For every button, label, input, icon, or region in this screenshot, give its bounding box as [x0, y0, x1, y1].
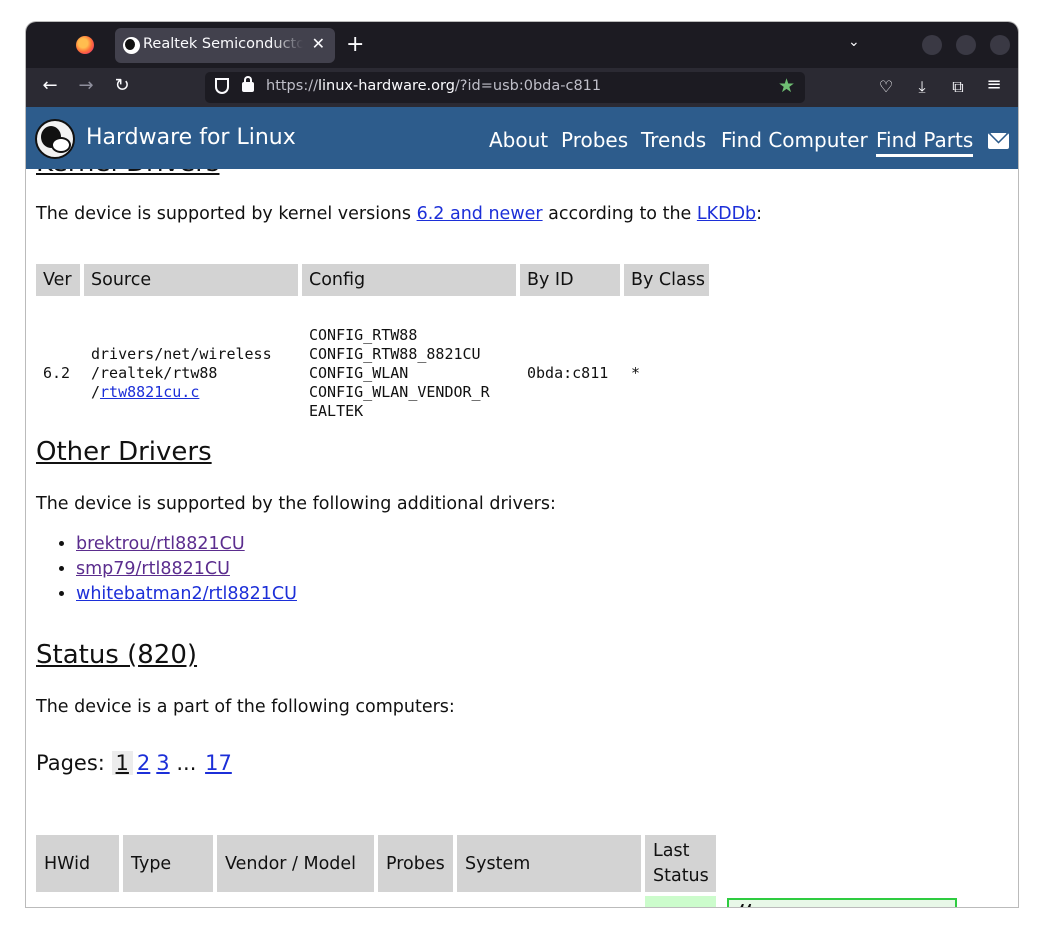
tab-active[interactable]: Realtek Semiconductor 8821CU ✕	[115, 28, 335, 63]
cell-ver: 6.2	[43, 364, 71, 382]
maximize-button[interactable]	[956, 35, 976, 55]
shield-icon[interactable]	[215, 78, 229, 94]
nav-find-parts[interactable]: Find Parts	[876, 128, 974, 157]
mail-icon[interactable]	[988, 133, 1009, 149]
col-type: Type	[123, 835, 213, 892]
site-title[interactable]: Hardware for Linux	[86, 125, 296, 150]
col-hwid: HWid	[36, 835, 119, 892]
nav-trends[interactable]: Trends	[641, 128, 706, 152]
col-config: Config	[302, 264, 516, 296]
menu-icon[interactable]: ≡	[982, 74, 1006, 95]
nav-about[interactable]: About	[489, 128, 548, 152]
url-text[interactable]: https://linux-hardware.org/?id=usb:0bda-…	[266, 78, 601, 94]
col-probes: Probes	[378, 835, 453, 892]
col-by-id: By ID	[520, 264, 620, 296]
page-current[interactable]: 1	[111, 751, 133, 775]
site-favicon-icon	[123, 37, 140, 54]
version-link[interactable]: 6.2 and newer	[417, 204, 543, 224]
minimize-button[interactable]	[922, 35, 942, 55]
col-system: System	[457, 835, 641, 892]
list-item: smp79/rtl8821CU	[76, 557, 297, 582]
cell-by-id: 0bda:c811	[527, 364, 609, 382]
nav-bar: ← → ↻ https://linux-hardware.org/?id=usb…	[26, 68, 1018, 107]
driver-link[interactable]: smp79/rtl8821CU	[76, 559, 230, 579]
lock-icon[interactable]	[242, 76, 254, 92]
site-header: Hardware for Linux About Probes Trends F…	[26, 107, 1018, 169]
page-link[interactable]: 3	[156, 751, 169, 775]
cell-config: CONFIG_RTW88 CONFIG_RTW88_8821CU CONFIG_…	[309, 326, 490, 420]
list-item: brektrou/rtl8821CU	[76, 532, 297, 557]
tab-bar: Realtek Semiconductor 8821CU ✕ + ⌄	[26, 22, 1018, 68]
nav-probes[interactable]: Probes	[561, 128, 628, 152]
driver-link[interactable]: whitebatman2/rtl8821CU	[76, 584, 297, 604]
chevron-down-icon[interactable]: ⌄	[848, 34, 860, 50]
source-file-link[interactable]: rtw8821cu.c	[100, 383, 199, 401]
browser-window: Realtek Semiconductor 8821CU ✕ + ⌄ ← → ↻…	[26, 22, 1018, 907]
address-bar[interactable]: https://linux-hardware.org/?id=usb:0bda-…	[205, 72, 805, 103]
forward-icon[interactable]: →	[74, 75, 98, 96]
status-intro: The device is a part of the following co…	[36, 697, 455, 717]
cell-source: drivers/net/wireless /realtek/rtw88 /rtw…	[91, 345, 272, 401]
driver-link[interactable]: brektrou/rtl8821CU	[76, 534, 245, 554]
pocket-icon[interactable]: ♡	[874, 77, 898, 96]
site-logo-icon[interactable]	[35, 119, 75, 159]
extensions-icon[interactable]: ⧉	[946, 77, 970, 97]
quote-box: ❝	[727, 898, 957, 907]
other-drivers-intro: The device is supported by the following…	[36, 494, 556, 514]
kernel-intro: The device is supported by kernel versio…	[36, 204, 763, 224]
close-icon[interactable]: ✕	[312, 34, 325, 53]
quote-icon: ❝	[737, 900, 755, 907]
kernel-drivers-heading[interactable]: Kernel Drivers	[36, 169, 220, 178]
status-cell	[645, 896, 716, 907]
status-heading[interactable]: Status (820)	[36, 640, 197, 670]
page-link[interactable]: 2	[137, 751, 150, 775]
page-ellipsis: ...	[176, 751, 197, 775]
col-last-status: Last Status	[645, 835, 716, 892]
driver-list: brektrou/rtl8821CU smp79/rtl8821CU white…	[76, 532, 297, 607]
col-by-class: By Class	[624, 264, 709, 296]
close-window-button[interactable]	[990, 35, 1010, 55]
col-source: Source	[84, 264, 298, 296]
list-item: whitebatman2/rtl8821CU	[76, 582, 297, 607]
star-icon[interactable]: ★	[778, 75, 795, 97]
reload-icon[interactable]: ↻	[110, 75, 134, 96]
back-icon[interactable]: ←	[38, 75, 62, 96]
tab-title: Realtek Semiconductor 8821CU	[143, 36, 303, 52]
download-icon[interactable]: ⤓	[910, 77, 934, 97]
lkddb-link[interactable]: LKDDb	[697, 204, 756, 224]
cell-by-class: *	[631, 364, 641, 382]
nav-find-computer[interactable]: Find Computer	[721, 128, 868, 152]
firefox-icon[interactable]	[76, 36, 94, 54]
col-vendor-model: Vendor / Model	[217, 835, 374, 892]
pages-label: Pages:	[36, 751, 105, 775]
page-content: Kernel Drivers The device is supported b…	[26, 169, 1018, 907]
plus-icon[interactable]: +	[346, 32, 364, 57]
page-link-last[interactable]: 17	[205, 751, 232, 775]
pagination: Pages: 123 ... 17	[36, 751, 232, 775]
other-drivers-heading[interactable]: Other Drivers	[36, 437, 212, 467]
col-ver: Ver	[36, 264, 80, 296]
